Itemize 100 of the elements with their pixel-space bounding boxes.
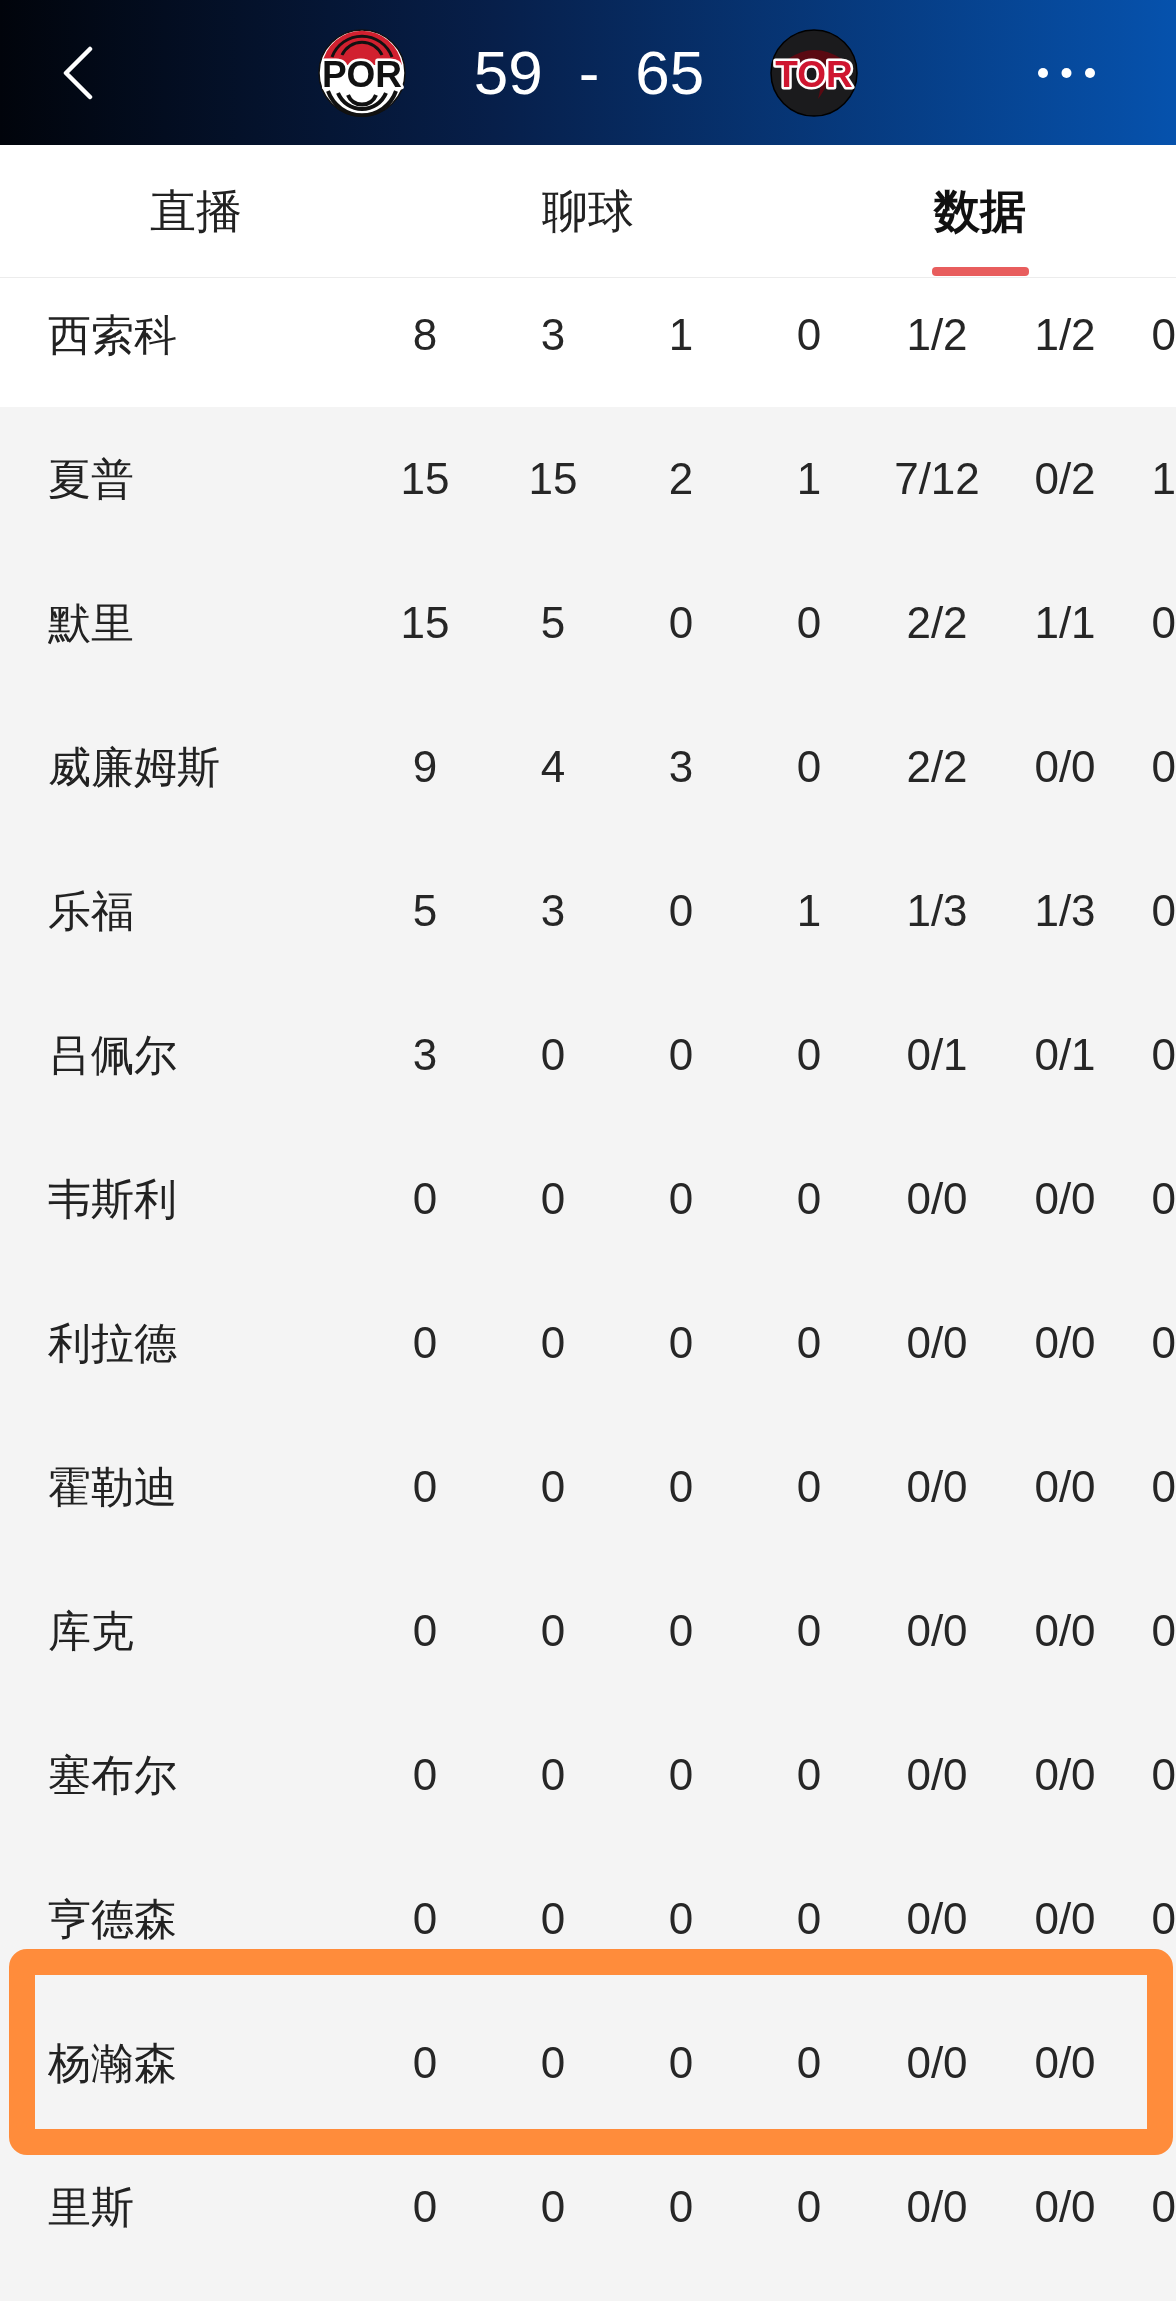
stat-value: 0 — [412, 2182, 438, 2232]
stat-value: 1/3 — [1034, 886, 1096, 936]
stat-value: 0 — [668, 1174, 694, 1224]
team-score: 59 — [473, 39, 543, 106]
team-score: 65 — [635, 39, 705, 106]
stat-value: 0/1 — [906, 1030, 968, 1080]
team-logo: TOR — [770, 28, 859, 117]
stat-value: 0 — [668, 1462, 694, 1512]
stat-value: 0 — [540, 1318, 566, 1368]
stat-value: 0 — [668, 1030, 694, 1080]
stat-value: 2/2 — [906, 742, 968, 792]
stat-value: 8 — [412, 310, 438, 360]
stat-value: 0/0 — [906, 2182, 968, 2232]
stat-value: 0 — [668, 2182, 694, 2232]
tab[interactable]: 数据 — [784, 145, 1176, 277]
stat-value: 0 — [1151, 1030, 1176, 1080]
stat-value: 0 — [1151, 310, 1176, 360]
stat-value: 0/2 — [1034, 454, 1096, 504]
stat-value: 0/0 — [1034, 2182, 1096, 2232]
stat-value: 0 — [540, 1750, 566, 1800]
more-icon — [1038, 67, 1095, 78]
player-name: 默里 — [48, 598, 135, 648]
stat-value: 0 — [412, 1894, 438, 1944]
stat-value: 0/1 — [1034, 1030, 1096, 1080]
player-name: 韦斯利 — [48, 1174, 178, 1224]
stat-value: 0 — [796, 1318, 822, 1368]
stat-value: 3 — [540, 886, 566, 936]
stat-value: 0 — [668, 1750, 694, 1800]
stat-value: 0 — [540, 2182, 566, 2232]
stat-value: 0 — [796, 2038, 822, 2088]
stat-value: 0 — [668, 2038, 694, 2088]
stat-value: 15 — [400, 454, 450, 504]
stat-value: 0 — [1151, 1174, 1176, 1224]
stat-value: 0 — [796, 598, 822, 648]
stat-value: 0/0 — [1034, 1462, 1096, 1512]
stat-value: 0 — [1151, 1462, 1176, 1512]
stat-value: 0 — [796, 1750, 822, 1800]
stat-value: 0 — [1151, 1894, 1176, 1944]
score-separator: - — [578, 39, 600, 106]
stat-value: 1 — [1151, 454, 1176, 504]
stat-value: 0 — [412, 1462, 438, 1512]
player-name: 杨瀚森 — [48, 2038, 178, 2088]
stat-value: 0 — [412, 2038, 438, 2088]
stat-value: 0/0 — [906, 1318, 968, 1368]
stat-value: 0 — [412, 1174, 438, 1224]
stat-value: 3 — [668, 742, 694, 792]
stat-value: 0/0 — [1034, 1750, 1096, 1800]
player-name: 亨德森 — [48, 1894, 178, 1944]
stat-value: 0 — [540, 2038, 566, 2088]
stat-value: 0 — [412, 1606, 438, 1656]
stat-value: 0/0 — [906, 1750, 968, 1800]
stat-value: 0 — [540, 1606, 566, 1656]
player-name: 西索科 — [48, 310, 178, 360]
stat-value: 0 — [1151, 742, 1176, 792]
stat-value: 0 — [1151, 2182, 1176, 2232]
stat-value: 0 — [796, 1174, 822, 1224]
stat-value: 0 — [796, 1030, 822, 1080]
stat-value: 1 — [796, 454, 822, 504]
stat-value: 5 — [540, 598, 566, 648]
player-name: 里斯 — [48, 2182, 135, 2232]
stat-value: 0/0 — [1034, 2038, 1096, 2088]
stat-value: 0 — [668, 1606, 694, 1656]
stat-value: 0 — [1151, 1318, 1176, 1368]
stat-value: 0/0 — [906, 1462, 968, 1512]
stat-value: 0 — [668, 886, 694, 936]
stat-value: 0 — [668, 1894, 694, 1944]
stat-value: 9 — [412, 742, 438, 792]
stat-value: 1/2 — [906, 310, 968, 360]
stat-value: 0/0 — [1034, 1606, 1096, 1656]
stat-value: 0/0 — [906, 1606, 968, 1656]
stat-value: 3 — [412, 1030, 438, 1080]
stat-value: 0/0 — [1034, 1894, 1096, 1944]
player-name: 吕佩尔 — [48, 1030, 178, 1080]
team-logo: POR — [317, 28, 406, 117]
stat-value: 0 — [540, 1894, 566, 1944]
stat-value: 0 — [796, 1894, 822, 1944]
stat-value: 0 — [1151, 1606, 1176, 1656]
stat-value: 2 — [668, 454, 694, 504]
stat-value: 0 — [540, 1174, 566, 1224]
stat-value: 2/2 — [906, 598, 968, 648]
stat-value: 0 — [1151, 1750, 1176, 1800]
stat-value: 0 — [412, 1318, 438, 1368]
player-name: 利拉德 — [48, 1318, 178, 1368]
stat-value: 0 — [1151, 598, 1176, 648]
player-name: 夏普 — [48, 454, 135, 504]
stat-value: 0/0 — [906, 2038, 968, 2088]
stat-value: 0 — [796, 1462, 822, 1512]
stat-value: 0 — [796, 310, 822, 360]
stat-value: 1 — [796, 886, 822, 936]
player-name: 乐福 — [48, 886, 135, 936]
player-name: 霍勒迪 — [48, 1462, 178, 1512]
tab[interactable]: 聊球 — [392, 145, 784, 277]
tab[interactable]: 直播 — [0, 145, 392, 277]
stat-value: 15 — [400, 598, 450, 648]
stat-value: 0 — [796, 1606, 822, 1656]
stat-value: 0 — [668, 598, 694, 648]
player-name: 塞布尔 — [48, 1750, 178, 1800]
player-name: 威廉姆斯 — [48, 742, 221, 792]
stat-value: 0/0 — [1034, 742, 1096, 792]
stat-value: 1/1 — [1034, 598, 1096, 648]
